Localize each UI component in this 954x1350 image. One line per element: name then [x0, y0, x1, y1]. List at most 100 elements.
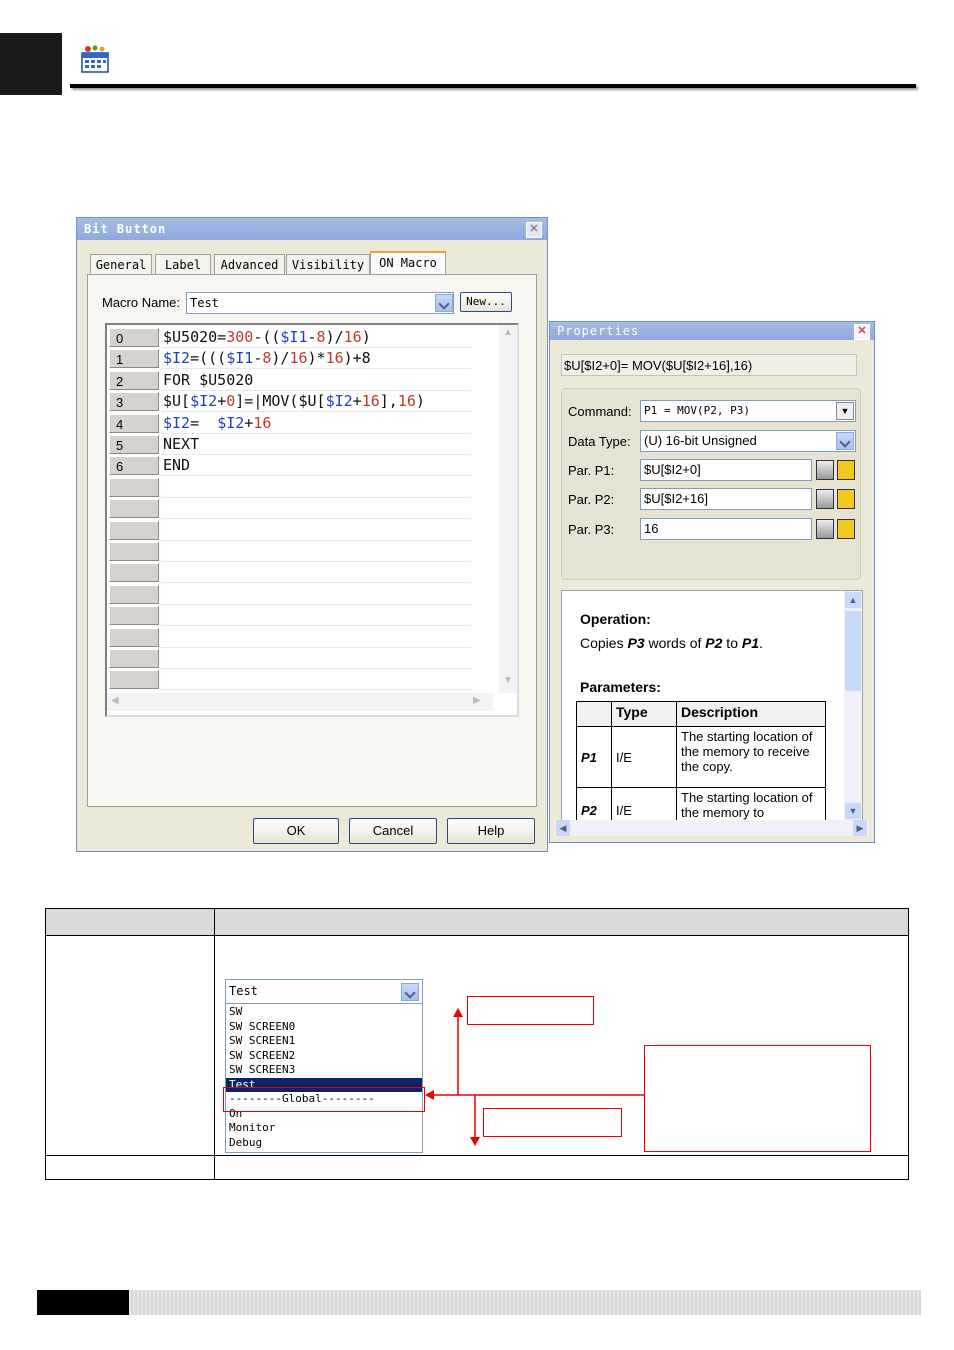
table-cell-p1-desc: The starting location of the memory to r…	[676, 726, 826, 788]
p3-address-icon[interactable]	[837, 519, 855, 539]
help-scroll-down-icon[interactable]: ▼	[845, 803, 861, 819]
op-p3: P3	[627, 635, 645, 651]
code-line[interactable]	[107, 562, 493, 584]
code-line[interactable]	[107, 498, 493, 520]
p3-input[interactable]: 16	[640, 518, 812, 540]
line-number	[109, 542, 159, 561]
code-token: $I2	[217, 413, 245, 432]
scroll-up-icon[interactable]: ▲	[501, 327, 515, 341]
macro-list-item[interactable]: SW	[229, 1005, 242, 1020]
line-number	[109, 649, 159, 668]
code-line[interactable]: 6 END	[107, 455, 493, 477]
macro-list-item[interactable]: SW SCREEN2	[229, 1049, 295, 1064]
chevron-down-icon[interactable]	[435, 294, 453, 312]
editor-hscrollbar[interactable]: ◀ ▶	[107, 693, 493, 711]
line-number: 3	[109, 392, 159, 412]
code-line[interactable]	[107, 605, 493, 627]
tab-general[interactable]: General	[90, 254, 152, 275]
scroll-down-icon[interactable]: ▼	[501, 675, 515, 689]
macro-list-item[interactable]: Debug	[229, 1136, 262, 1151]
macro-list-item[interactable]: SW SCREEN3	[229, 1063, 295, 1078]
parameters-table: Type Description P1 I/E The starting loc…	[576, 701, 826, 821]
line-number	[109, 499, 159, 519]
macro-dropdown-chevron-icon[interactable]	[401, 983, 419, 1001]
help-scroll-up-icon[interactable]: ▲	[845, 592, 861, 608]
annotation-arrows	[425, 1008, 644, 1146]
macro-list-item[interactable]: SW SCREEN1	[229, 1034, 295, 1049]
code-line[interactable]	[107, 520, 493, 541]
command-chevron-icon[interactable]: ▼	[836, 402, 854, 420]
code-line[interactable]	[107, 541, 493, 562]
code-line[interactable]: 3 $U[$I2+0]=|MOV($U[$I2+16],16)	[107, 391, 493, 413]
code-line[interactable]: 4 $I2= $I2+16	[107, 413, 493, 434]
macro-list-item[interactable]: Monitor	[229, 1121, 275, 1136]
code-token: 16	[325, 349, 344, 368]
code-line[interactable]	[107, 669, 493, 691]
code-line[interactable]: 5 NEXT	[107, 434, 493, 455]
code-line[interactable]: 1 $I2=((($I1-8)/16)*16)+8	[107, 348, 493, 370]
command-combo[interactable]: P1 = MOV(P2, P3)	[640, 400, 856, 422]
code-line[interactable]	[107, 648, 493, 669]
data-type-chevron-icon[interactable]	[836, 432, 854, 450]
code-token: $I2	[190, 392, 218, 411]
code-token: )	[361, 328, 371, 346]
close-icon[interactable]: ✕	[526, 222, 542, 238]
new-macro-button[interactable]: New...	[460, 292, 512, 312]
editor-vscrollbar[interactable]: ▲ ▼	[499, 325, 517, 693]
page: Bit Button ✕ General Label Advanced Visi…	[0, 0, 954, 1350]
line-number	[109, 670, 159, 690]
table-cell-p1: P1	[576, 726, 612, 788]
macro-calendar-icon	[81, 45, 109, 73]
tab-label[interactable]: Label	[155, 254, 211, 275]
op-text-3: to	[722, 635, 742, 651]
code-token: $I2	[325, 392, 353, 411]
help-hscrollbar[interactable]: ◀ ▶	[555, 820, 869, 836]
macro-dropdown[interactable]: Test SW SW SCREEN0 SW SCREEN1 SW SCREEN2 SW …	[225, 979, 423, 1153]
help-scroll-right-icon[interactable]: ▶	[853, 820, 867, 836]
expression-field: $U[$I2+0]= MOV($U[$I2+16],16)	[561, 354, 857, 376]
op-text-1: Copies	[580, 635, 628, 651]
cancel-button[interactable]: Cancel	[349, 818, 437, 844]
row-rule	[161, 689, 471, 691]
parameter-group: Command: P1 = MOV(P2, P3) ▼ Data Type: (…	[561, 388, 861, 580]
code-text: FOR $U5020	[163, 370, 253, 391]
code-token: )	[415, 392, 425, 411]
code-token: FOR $U5020	[163, 370, 254, 389]
chapter-block	[0, 33, 62, 95]
tab-visibility[interactable]: Visibility	[286, 254, 370, 275]
p2-input[interactable]: $U[$I2+16]	[640, 488, 812, 510]
help-vscrollbar[interactable]: ▲ ▼	[844, 591, 862, 821]
macro-name-combo[interactable]: Test	[186, 292, 454, 314]
p2-calculator-icon[interactable]	[816, 489, 834, 509]
scroll-left-icon[interactable]: ◀	[111, 695, 119, 706]
help-scroll-left-icon[interactable]: ◀	[556, 820, 570, 836]
code-line[interactable]: 2 FOR $U5020	[107, 370, 493, 391]
help-scroll-thumb[interactable]	[845, 611, 861, 691]
p2-address-icon[interactable]	[837, 489, 855, 509]
code-line[interactable]	[107, 477, 493, 498]
p1-input[interactable]: $U[$I2+0]	[640, 459, 812, 481]
line-number	[109, 477, 159, 497]
data-type-combo[interactable]: (U) 16-bit Unsigned	[640, 430, 856, 452]
code-token: )/	[271, 349, 290, 368]
properties-close-icon[interactable]: ✕	[854, 324, 870, 340]
code-token: )*	[307, 349, 326, 368]
p1-address-icon[interactable]	[837, 460, 855, 480]
info-table-header	[46, 909, 908, 936]
help-button[interactable]: Help	[447, 818, 535, 844]
code-line[interactable]	[107, 627, 493, 648]
line-number	[109, 584, 159, 604]
p3-calculator-icon[interactable]	[816, 519, 834, 539]
macro-dropdown-selected[interactable]: Test	[229, 984, 258, 998]
code-token: 16	[253, 413, 272, 432]
scroll-right-icon[interactable]: ▶	[473, 695, 481, 706]
ok-button[interactable]: OK	[253, 818, 339, 844]
macro-code-editor[interactable]: 0 $U5020=300-(($I1-8)/16) 1 $I2=((($I1-8)/1…	[105, 323, 519, 717]
code-line[interactable]: 0 $U5020=300-(($I1-8)/16)	[107, 327, 493, 348]
tab-advanced[interactable]: Advanced	[214, 254, 285, 275]
footer-bar	[129, 1290, 921, 1315]
p1-calculator-icon[interactable]	[816, 460, 834, 480]
macro-list-item[interactable]: SW SCREEN0	[229, 1020, 295, 1035]
p2-label: Par. P2:	[568, 492, 615, 507]
code-line[interactable]	[107, 584, 493, 605]
